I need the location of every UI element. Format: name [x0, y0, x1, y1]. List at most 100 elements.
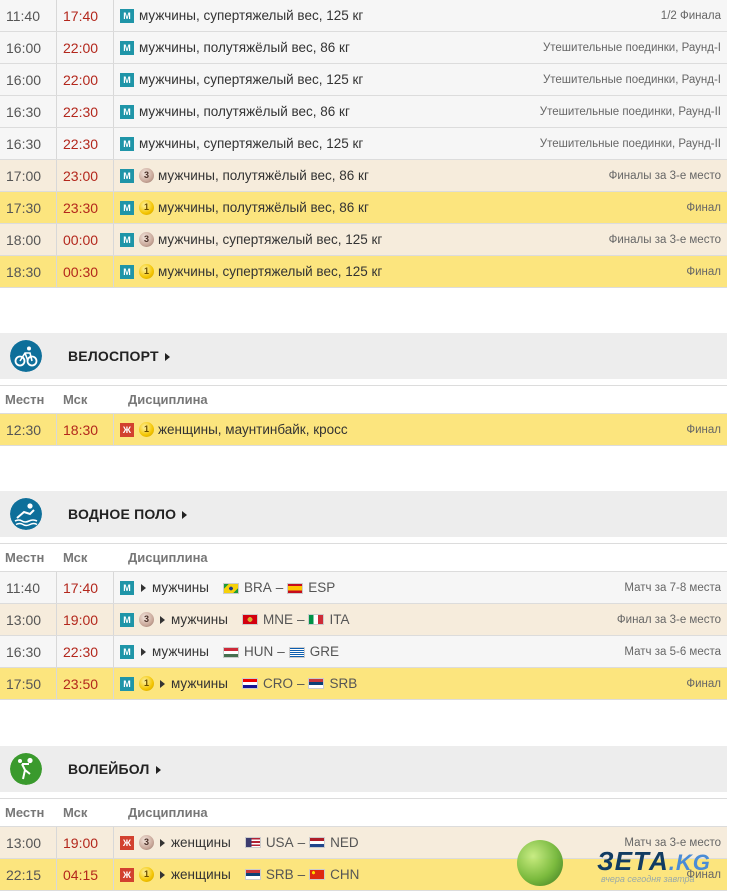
- col-local-time: Местн: [5, 805, 45, 820]
- cycling-icon: [10, 340, 42, 372]
- expand-arrow-icon[interactable]: [160, 870, 165, 879]
- team-home: CRO: [262, 675, 293, 691]
- team-away: GRE: [309, 643, 339, 659]
- moscow-time: 18:30: [56, 414, 114, 446]
- gold-medal-icon: 1: [139, 200, 154, 216]
- moscow-time: 22:00: [56, 31, 114, 64]
- flag-bra-icon: [222, 582, 239, 594]
- team-separator: –: [275, 579, 284, 595]
- team-away: NED: [330, 834, 359, 850]
- discipline-cell[interactable]: Ж 3 женщины USA – NED: [113, 827, 471, 859]
- discipline-cell[interactable]: Mмужчины HUN – GRE: [113, 635, 471, 668]
- globe-logo-icon: [517, 840, 563, 886]
- table-row[interactable]: 18:30 00:30 M 1 мужчины, супертяжелый вес, 1…: [0, 255, 727, 288]
- team-separator: –: [296, 675, 305, 691]
- chevron-right-icon: [155, 766, 161, 775]
- col-moscow-time: Мск: [63, 805, 88, 820]
- team-separator: –: [296, 611, 305, 627]
- male-badge: M: [120, 73, 134, 88]
- female-badge: Ж: [120, 835, 134, 850]
- table-row[interactable]: 12:30 18:30 Ж 1 женщины, маунтинбайк, кросс Ф…: [0, 414, 727, 446]
- discipline-cell[interactable]: M 1 мужчины CRO – SRB: [113, 667, 471, 700]
- local-time: 12:30: [0, 414, 57, 446]
- discipline-name: мужчины, полутяжёлый вес, 86 кг: [139, 39, 350, 55]
- male-badge: M: [120, 137, 134, 152]
- gold-medal-icon: 1: [139, 422, 154, 438]
- table-row[interactable]: 16:30 22:30 Mмужчины HUN – GRE Матч за 5-6 мес…: [0, 635, 727, 668]
- discipline-name: мужчины, супертяжелый вес, 125 кг: [139, 71, 364, 87]
- moscow-time: 17:40: [56, 0, 114, 32]
- female-badge: Ж: [120, 867, 134, 882]
- table-row[interactable]: 17:30 23:30 M 1 мужчины, полутяжёлый вес, 86…: [0, 191, 727, 224]
- discipline-cell[interactable]: Ж 1 женщины SRB – CHN: [113, 858, 471, 891]
- event-stage: Финалы за 3-е место: [471, 223, 727, 256]
- female-badge: Ж: [120, 422, 134, 437]
- cycling-title[interactable]: ВЕЛОСПОРТ: [68, 348, 176, 364]
- male-badge: M: [120, 645, 134, 660]
- male-badge: M: [120, 41, 134, 56]
- cycling-header[interactable]: ВЕЛОСПОРТ: [0, 333, 727, 379]
- table-row[interactable]: 11:40 17:40 Mмужчины, супертяжелый вес, 12…: [0, 0, 727, 32]
- male-badge: M: [120, 676, 134, 691]
- discipline-name: мужчины, супертяжелый вес, 125 кг: [139, 135, 364, 151]
- local-time: 16:30: [0, 127, 57, 160]
- discipline-cell[interactable]: Ж 1 женщины, маунтинбайк, кросс: [113, 414, 471, 446]
- volleyball-header[interactable]: ВОЛЕЙБОЛ: [0, 746, 727, 792]
- wrestling-section: 11:40 17:40 Mмужчины, супертяжелый вес, 12…: [0, 0, 727, 288]
- col-moscow-time: Мск: [63, 392, 88, 407]
- waterpolo-title[interactable]: ВОДНОЕ ПОЛО: [68, 506, 193, 522]
- flag-srb-icon: [308, 678, 325, 690]
- event-stage: 1/2 Финала: [471, 0, 727, 32]
- discipline-cell[interactable]: Mмужчины BRA – ESP: [113, 572, 471, 604]
- local-time: 18:30: [0, 255, 57, 288]
- bronze-medal-icon: 3: [139, 168, 154, 184]
- local-time: 16:30: [0, 95, 57, 128]
- team-separator: –: [297, 834, 306, 850]
- discipline-name: мужчины: [171, 611, 228, 627]
- table-row[interactable]: 13:00 19:00 M 3 мужчины MNE – ITA Финал за 3-е м…: [0, 603, 727, 636]
- discipline-cell[interactable]: M 3 мужчины, полутяжёлый вес, 86 кг: [113, 159, 471, 192]
- discipline-cell[interactable]: M 1 мужчины, полутяжёлый вес, 86 кг: [113, 191, 471, 224]
- discipline-cell[interactable]: Mмужчины, супертяжелый вес, 125 кг: [113, 127, 471, 160]
- waterpolo-header[interactable]: ВОДНОЕ ПОЛО: [0, 491, 727, 537]
- table-row[interactable]: 18:00 00:00 M 3 мужчины, супертяжелый вес, 1…: [0, 223, 727, 256]
- table-row[interactable]: 17:50 23:50 M 1 мужчины CRO – SRB Финал: [0, 667, 727, 700]
- gold-medal-icon: 1: [139, 867, 154, 883]
- discipline-cell[interactable]: Mмужчины, полутяжёлый вес, 86 кг: [113, 31, 471, 64]
- table-row[interactable]: 16:00 22:00 Mмужчины, супертяжелый вес, 12…: [0, 63, 727, 96]
- event-stage: Финал: [471, 191, 727, 224]
- discipline-cell[interactable]: M 1 мужчины, супертяжелый вес, 125 кг: [113, 255, 471, 288]
- col-moscow-time: Мск: [63, 550, 88, 565]
- discipline-cell[interactable]: Mмужчины, супертяжелый вес, 125 кг: [113, 0, 471, 32]
- expand-arrow-icon[interactable]: [141, 648, 146, 657]
- moscow-time: 17:40: [56, 572, 114, 604]
- discipline-name: женщины, маунтинбайк, кросс: [158, 421, 348, 437]
- discipline-cell[interactable]: M 3 мужчины MNE – ITA: [113, 603, 471, 636]
- volleyball-title[interactable]: ВОЛЕЙБОЛ: [68, 761, 167, 777]
- moscow-time: 19:00: [56, 603, 114, 636]
- table-row[interactable]: 11:40 17:40 Mмужчины BRA – ESP Матч за 7-8 мес…: [0, 572, 727, 604]
- expand-arrow-icon[interactable]: [141, 584, 146, 593]
- table-row[interactable]: 16:00 22:00 Mмужчины, полутяжёлый вес, 86 …: [0, 31, 727, 64]
- wrestling-table: 11:40 17:40 Mмужчины, супертяжелый вес, 12…: [0, 0, 727, 288]
- waterpolo-table: 11:40 17:40 Mмужчины BRA – ESP Матч за 7-8 мес…: [0, 572, 727, 700]
- expand-arrow-icon[interactable]: [160, 679, 165, 688]
- expand-arrow-icon[interactable]: [160, 838, 165, 847]
- moscow-time: 22:30: [56, 127, 114, 160]
- discipline-name: мужчины: [171, 675, 228, 691]
- male-badge: M: [120, 264, 134, 279]
- table-row[interactable]: 17:00 23:00 M 3 мужчины, полутяжёлый вес, 86…: [0, 159, 727, 192]
- local-time: 16:00: [0, 31, 57, 64]
- table-row[interactable]: 16:30 22:30 Mмужчины, супертяжелый вес, 12…: [0, 127, 727, 160]
- male-badge: M: [120, 581, 134, 596]
- discipline-cell[interactable]: Mмужчины, супертяжелый вес, 125 кг: [113, 63, 471, 96]
- expand-arrow-icon[interactable]: [160, 615, 165, 624]
- table-row[interactable]: 16:30 22:30 Mмужчины, полутяжёлый вес, 86 …: [0, 95, 727, 128]
- discipline-cell[interactable]: M 3 мужчины, супертяжелый вес, 125 кг: [113, 223, 471, 256]
- cycling-section: ВЕЛОСПОРТ Местн Мск Дисциплина 12:30 18:3…: [0, 333, 727, 446]
- moscow-time: 22:30: [56, 635, 114, 668]
- local-time: 22:15: [0, 858, 57, 891]
- team-separator: –: [277, 643, 285, 659]
- male-badge: M: [120, 168, 134, 183]
- discipline-cell[interactable]: Mмужчины, полутяжёлый вес, 86 кг: [113, 95, 471, 128]
